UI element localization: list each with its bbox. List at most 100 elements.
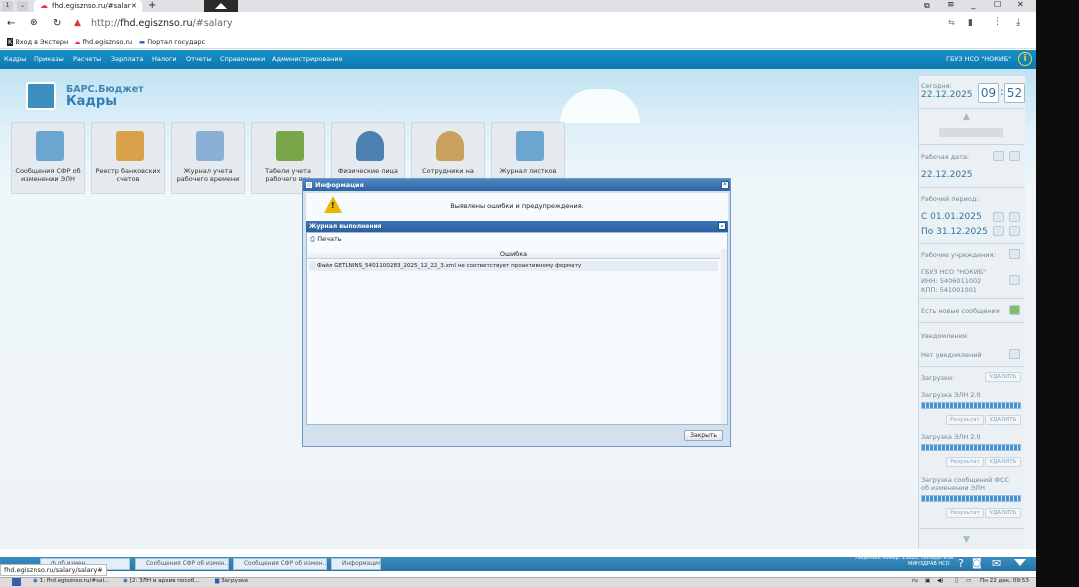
divider [919, 298, 1024, 299]
dialog-title[interactable]: Информация [303, 179, 730, 191]
list-icon[interactable] [1009, 249, 1020, 259]
taskbar-item-label: 1: fhd.egisznso.ru/#sal... [39, 578, 110, 584]
delete-button[interactable]: УДАЛИТЬ [985, 415, 1021, 425]
work-period-label: Рабочий период: [921, 195, 979, 203]
taskbar-item-label: Загрузки [221, 578, 248, 584]
screen: 1 ⌄ ☁ fhd.egisznso.ru/#salar ✕ + ⧉ ≡ _ ☐… [0, 0, 1036, 587]
info-icon[interactable]: i [1018, 52, 1032, 66]
taskbar-item[interactable]: ▆ Загрузки [215, 578, 248, 584]
print-label: Печать [317, 235, 342, 243]
close-window-icon[interactable]: ✕ [1017, 0, 1024, 9]
menu-item-kadry[interactable]: Кадры [4, 55, 26, 63]
new-tab-icon[interactable]: + [148, 0, 156, 11]
tile-bank-accounts[interactable]: Реестр банковских счетов [91, 122, 165, 194]
warning-panel: ! Выявлены ошибки и предупреждения. [306, 193, 728, 221]
tile-sfr-messages[interactable]: Сообщения СФР об изменении ЭЛН [11, 122, 85, 194]
delete-all-button[interactable]: УДАЛИТЬ [985, 372, 1021, 382]
period-to: По 31.12.2025 [921, 227, 988, 237]
set-date-icon[interactable] [1009, 226, 1020, 236]
help-icon[interactable]: ? [958, 557, 964, 570]
menu-item-spravochniki[interactable]: Справочники [220, 55, 265, 63]
scroll-track[interactable] [939, 128, 1003, 137]
shield-icon[interactable]: ⊛ [30, 18, 38, 28]
download-icon[interactable]: ⤓ [1016, 17, 1020, 28]
minimize-icon[interactable]: _ [971, 0, 976, 10]
result-button[interactable]: Результат [946, 457, 984, 467]
message-icon[interactable] [1009, 305, 1020, 315]
tab-number-badge[interactable]: 1 [2, 1, 13, 11]
bookmark-gosuslugi[interactable]: ▬ Портал государс [139, 38, 205, 46]
org-kpp: КПП: 541001001 [921, 286, 977, 294]
set-date-icon[interactable] [1009, 212, 1020, 222]
url-field[interactable]: http://fhd.egisznso.ru/#salary [91, 18, 232, 29]
scroll-up-icon[interactable]: ▲ [963, 112, 970, 122]
result-button[interactable]: Результат [946, 415, 984, 425]
site-favicon-icon: ☁ [74, 38, 81, 46]
back-icon[interactable]: ← [7, 18, 15, 29]
bookmark-fhd[interactable]: ☁ fhd.egisznso.ru [74, 38, 132, 46]
chevron-down-icon[interactable]: ⌄ [17, 1, 28, 11]
keyboard-layout[interactable]: ru [912, 578, 918, 584]
menu-icon[interactable]: ≡ [947, 0, 955, 10]
close-tab-icon[interactable]: ✕ [131, 0, 137, 12]
task-tab[interactable]: Сообщения СФР об измен.. [135, 558, 229, 570]
task-tab[interactable]: Информация [331, 558, 381, 570]
calendar-icon[interactable] [993, 151, 1004, 161]
chevron-down-icon[interactable] [1014, 559, 1026, 566]
maximize-icon[interactable]: ☐ [994, 0, 1001, 9]
edit-org-icon[interactable] [1009, 275, 1020, 285]
menu-item-administrirovanie[interactable]: Администрирование [272, 55, 343, 63]
menu-item-prikazy[interactable]: Приказы [34, 55, 64, 63]
log-panel-title: Журнал выполнения [309, 223, 382, 230]
volume-icon[interactable]: ◀) [937, 578, 943, 584]
calendar-icon[interactable] [993, 226, 1004, 236]
table-row[interactable]: Файл GETLNINS_5401100283_2025_12_22_3.xm… [309, 261, 718, 271]
employee-icon [436, 131, 464, 161]
column-header-error[interactable]: Ошибка [307, 249, 720, 259]
calendar-icon [196, 131, 224, 161]
more-icon[interactable]: ⋮ [993, 17, 1002, 27]
reload-icon[interactable]: ↻ [53, 18, 61, 29]
menu-item-otchety[interactable]: Отчеты [186, 55, 212, 63]
folder-icon [276, 131, 304, 161]
work-date-label: Рабочая дата: [921, 153, 970, 161]
print-button[interactable]: ⎙ Печать [310, 235, 342, 244]
taskbar-item[interactable]: ◉ [2: ЗЛН и архив пособ... [123, 578, 200, 584]
network-icon[interactable]: ▣ [925, 578, 930, 584]
tile-work-time-journal[interactable]: Журнал учета рабочего времени [171, 122, 245, 194]
set-date-icon[interactable] [1009, 151, 1020, 161]
translate-icon[interactable]: ⇆ [948, 18, 955, 27]
menu-item-nalogi[interactable]: Налоги [152, 55, 177, 63]
close-icon[interactable]: ✕ [721, 181, 729, 189]
menu-item-zarplata[interactable]: Зарплата [111, 55, 143, 63]
search-icon[interactable] [1009, 349, 1020, 359]
close-button[interactable]: Закрыть [684, 430, 723, 441]
bookmark-extern[interactable]: K Вход в Экстерн [7, 38, 68, 46]
taskbar-item[interactable]: ◉ 1: fhd.egisznso.ru/#sal... [33, 578, 109, 584]
clock-hour: 09 [978, 83, 999, 103]
overlay-handle[interactable] [204, 0, 238, 12]
calendar-icon[interactable] [993, 212, 1004, 222]
browser-tab[interactable]: ☁ fhd.egisznso.ru/#salar ✕ [34, 0, 142, 12]
app-launcher-icon[interactable] [12, 578, 21, 586]
battery-icon[interactable]: ▯ [955, 578, 958, 584]
browser-status-url: fhd.egisznso.ru/salary/salary# [0, 564, 107, 576]
divider [919, 366, 1024, 367]
bookmark-icon[interactable]: ▮ [968, 18, 973, 28]
mail-icon[interactable]: ✉ [992, 557, 1001, 570]
display-icon[interactable]: ▭ [966, 578, 971, 584]
insecure-warning-icon[interactable]: ▲ [74, 18, 81, 28]
log-panel-header[interactable]: Журнал выполнения - [306, 221, 728, 232]
delete-button[interactable]: УДАЛИТЬ [985, 457, 1021, 467]
tab-list-icon[interactable]: ⧉ [924, 1, 930, 11]
camera-icon[interactable]: ◙ [972, 558, 982, 569]
browser-icon: ◉ [33, 578, 38, 584]
window-icon [306, 182, 312, 188]
vertical-scrollbar[interactable] [721, 249, 727, 424]
delete-button[interactable]: УДАЛИТЬ [985, 508, 1021, 518]
result-button[interactable]: Результат [946, 508, 984, 518]
scroll-down-icon[interactable]: ▼ [963, 535, 970, 545]
collapse-icon[interactable]: - [718, 222, 726, 230]
task-tab[interactable]: Сообщения СФР об измен.. [233, 558, 327, 570]
menu-item-raschety[interactable]: Расчеты [73, 55, 101, 63]
